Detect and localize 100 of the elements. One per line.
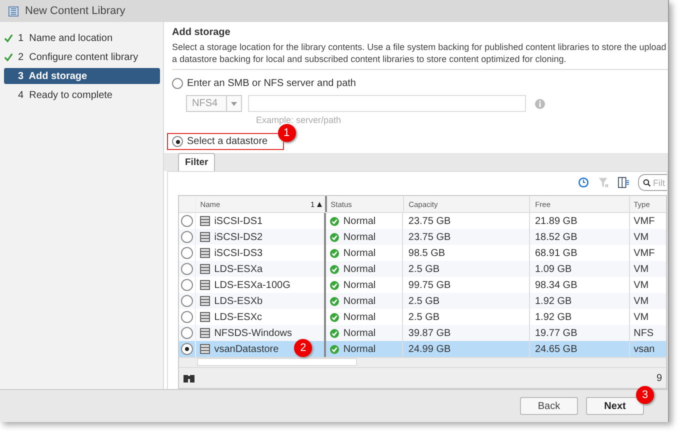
ok-status-icon [330, 248, 340, 258]
ok-status-icon [330, 328, 340, 338]
ok-status-icon [330, 216, 340, 226]
caret-icon [231, 102, 237, 106]
table-cell: vsanDatastore [214, 344, 279, 354]
table-row[interactable]: iSCSI-DS2 Normal 23.75 GB 18.52 GB VM [179, 229, 666, 245]
database-icon [200, 264, 210, 274]
table-cell: LDS-ESXc [214, 312, 262, 322]
ok-status-icon [330, 264, 340, 274]
table-cell: iSCSI-DS1 [214, 216, 263, 226]
wizard-step[interactable]: 2 Configure content library [4, 49, 160, 65]
table-cell: Normal [343, 248, 376, 258]
description-text: Select a storage location for the library contents. Use a file system backing for published content libraries to store the upload [172, 41, 668, 53]
database-icon [200, 216, 210, 226]
row-radio-button[interactable] [181, 215, 194, 227]
check-icon [4, 34, 13, 42]
table-cell: 24.99 GB [408, 344, 451, 354]
table-cell: VM [634, 312, 649, 322]
ok-status-icon [330, 312, 340, 322]
database-icon [200, 248, 210, 258]
table-cell: 39.87 GB [408, 328, 451, 338]
table-cell: VM [634, 232, 649, 242]
table-cell: VM [634, 296, 649, 306]
row-radio-button[interactable] [181, 343, 194, 355]
callout-badge: 1 [278, 124, 296, 142]
table-cell: 23.75 GB [408, 216, 451, 226]
table-cell: NFS [634, 328, 654, 338]
table-cell: Normal [343, 328, 376, 338]
table-cell: LDS-ESXa [214, 264, 263, 274]
table-cell: 1.92 GB [535, 312, 572, 322]
wizard-step[interactable]: 3 Add storage [4, 68, 160, 84]
table-cell: 1.09 GB [535, 264, 572, 274]
section-title: Add storage [172, 27, 232, 38]
table-cell: 2.5 GB [408, 296, 440, 306]
table-row[interactable]: LDS-ESXa Normal 2.5 GB 1.09 GB VM [179, 261, 666, 277]
check-icon [4, 52, 13, 62]
table-cell: NFSDS-Windows [214, 328, 292, 338]
table-cell: 2.5 GB [408, 312, 440, 322]
database-icon [200, 344, 210, 354]
table-cell: vsan [634, 344, 655, 354]
item-count: 9 [656, 372, 662, 384]
table-cell: 2.5 GB [408, 264, 440, 274]
table-cell: 21.89 GB [535, 216, 578, 226]
table-cell: iSCSI-DS3 [214, 248, 263, 258]
row-radio-button[interactable] [181, 327, 194, 339]
table-row[interactable]: NFSDS-Windows Normal 39.87 GB 19.77 GB NFS [179, 325, 666, 341]
ok-status-icon [330, 280, 340, 290]
row-radio-button[interactable] [181, 231, 194, 243]
table-row[interactable]: LDS-ESXb Normal 2.5 GB 1.92 GB VM [179, 293, 666, 309]
filter-tab[interactable]: Filter [178, 153, 216, 171]
filter-clear-icon[interactable] [598, 177, 609, 188]
info-icon [535, 98, 545, 108]
table-cell: Normal [343, 232, 376, 242]
table-cell: 99.75 GB [408, 280, 451, 290]
table-cell: Normal [343, 280, 376, 290]
ok-status-icon [330, 296, 340, 306]
table-cell: iSCSI-DS2 [214, 232, 263, 242]
wizard-step[interactable]: 1 Name and location [4, 30, 160, 46]
table-cell: 98.34 GB [535, 280, 578, 290]
path-input-field[interactable] [248, 95, 526, 112]
row-radio-button[interactable] [181, 279, 194, 291]
callout-badge: 2 [294, 339, 312, 357]
table-cell: VMF [634, 216, 655, 226]
table-cell: Normal [343, 264, 376, 274]
table-cell: 18.52 GB [535, 232, 578, 242]
table-cell: Normal [343, 312, 376, 322]
ok-status-icon [330, 232, 340, 242]
wizard-step[interactable]: 4 Ready to complete [4, 87, 160, 103]
scrollbar-thumb[interactable] [197, 358, 357, 366]
table-cell: LDS-ESXb [214, 296, 263, 306]
table-cell: LDS-ESXa-100G [214, 280, 290, 290]
table-cell: 68.91 GB [535, 248, 578, 258]
table-cell: 1.92 GB [535, 296, 572, 306]
database-icon [200, 328, 210, 338]
clock-icon[interactable] [578, 177, 589, 188]
next-button[interactable]: Next [586, 397, 644, 415]
columns-icon[interactable] [618, 177, 629, 188]
hint-text: Example: server/path [256, 115, 342, 125]
table-cell: VM [634, 264, 649, 274]
row-radio-button[interactable] [181, 263, 194, 275]
row-radio-button[interactable] [181, 247, 194, 259]
ok-status-icon [330, 344, 340, 354]
library-icon [8, 6, 19, 16]
table-cell: Normal [343, 296, 376, 306]
table-cell: Normal [343, 216, 376, 226]
table-cell: 19.77 GB [535, 328, 578, 338]
table-cell: Normal [343, 344, 376, 354]
table-cell: 24.65 GB [535, 344, 578, 354]
table-cell: VM [634, 280, 649, 290]
database-icon [200, 296, 210, 306]
binoculars-icon[interactable] [183, 373, 195, 383]
table-cell: 23.75 GB [408, 232, 451, 242]
table-row[interactable]: vsanDatastore 2 Normal 24.99 GB 24.65 GB vsan [179, 341, 666, 357]
row-radio-button[interactable] [181, 311, 194, 323]
row-radio-button[interactable] [181, 295, 194, 307]
radio-option[interactable]: Enter an SMB or NFS server and path [172, 75, 668, 91]
database-icon [200, 312, 210, 322]
search-icon [643, 178, 651, 186]
back-button[interactable]: Back [520, 397, 578, 415]
table-cell: VMF [634, 248, 655, 258]
